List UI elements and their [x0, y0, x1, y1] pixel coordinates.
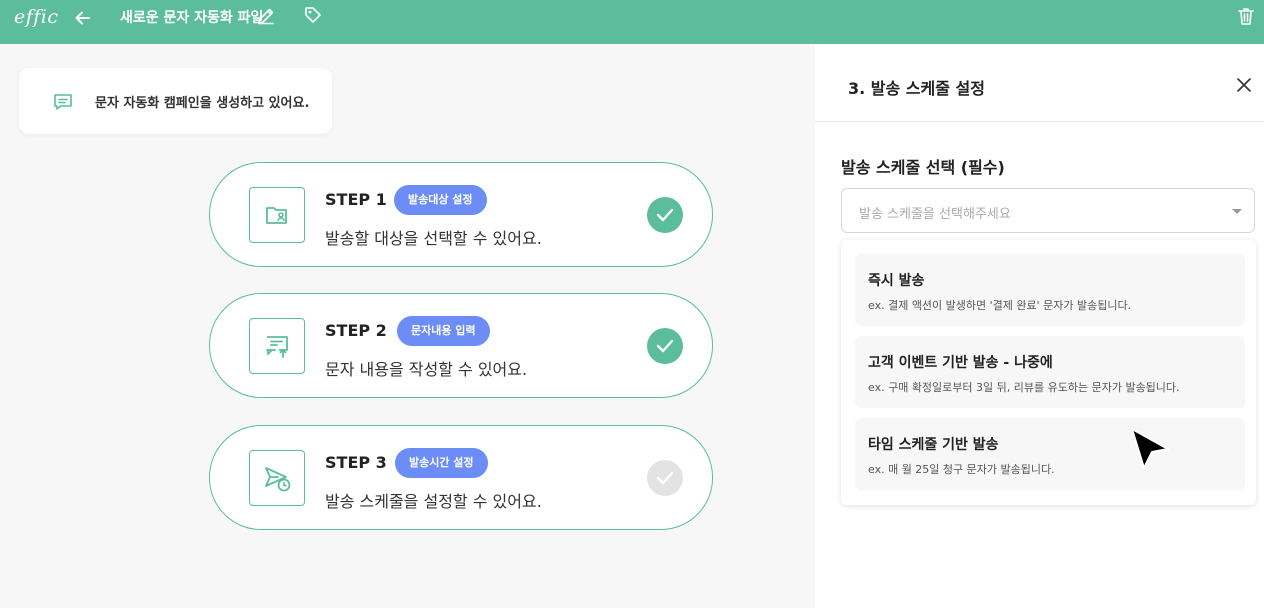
option-title: 타임 스케줄 기반 발송 — [868, 437, 999, 453]
step-2-description: 문자 내용을 작성할 수 있어요. — [325, 360, 528, 379]
send-clock-icon — [265, 467, 291, 492]
step-1-pill: 발송대상 설정 — [394, 185, 487, 215]
logo: effic — [14, 6, 59, 28]
check-icon — [656, 471, 674, 485]
check-icon — [656, 339, 674, 353]
schedule-option-immediate[interactable]: 즉시 발송 ex. 결제 액션이 발생하면 '결제 완료' 문자가 발송됩니다. — [855, 254, 1245, 326]
step-2-complete-badge — [647, 328, 683, 364]
tag-icon — [305, 7, 321, 23]
step-1-description: 발송할 대상을 선택할 수 있어요. — [325, 229, 542, 248]
step-3-pending-badge — [647, 460, 683, 496]
step-3-description: 발송 스케줄을 설정할 수 있어요. — [325, 492, 542, 511]
folder-user-icon — [266, 207, 287, 224]
schedule-side-panel: 3. 발송 스케줄 설정 발송 스케줄 선택 (필수) 발송 스케줄을 선택해주… — [815, 44, 1264, 608]
notice-text: 문자 자동화 캠페인을 생성하고 있어요. — [95, 96, 310, 111]
close-icon — [1237, 78, 1251, 92]
schedule-option-event[interactable]: 고객 이벤트 기반 발송 - 나중에 ex. 구매 확정일로부터 3일 뒤, 리… — [855, 336, 1245, 408]
step-3-icon-box — [249, 450, 305, 506]
edit-title-button[interactable] — [256, 6, 276, 26]
caret-down-icon — [1232, 209, 1242, 214]
message-icon — [54, 94, 72, 110]
option-description: ex. 결제 액션이 발생하면 '결제 완료' 문자가 발송됩니다. — [868, 299, 1132, 312]
step-2-icon-box — [249, 318, 305, 374]
top-bar: effic 새로운 문자 자동화 파일 — [0, 0, 1264, 44]
message-upload-icon — [266, 336, 288, 358]
step-1-title: STEP 1 — [325, 190, 387, 209]
tag-button[interactable] — [304, 6, 322, 24]
trash-icon — [1238, 8, 1254, 25]
mouse-cursor-icon — [1131, 428, 1169, 469]
schedule-select[interactable]: 발송 스케줄을 선택해주세요 — [841, 188, 1255, 233]
step-1-card[interactable]: STEP 1 발송대상 설정 발송할 대상을 선택할 수 있어요. — [209, 162, 713, 267]
notice-card: 문자 자동화 캠페인을 생성하고 있어요. — [19, 68, 332, 134]
document-title[interactable]: 새로운 문자 자동화 파일 — [120, 7, 263, 27]
step-3-title: STEP 3 — [325, 453, 387, 472]
option-title: 즉시 발송 — [868, 273, 925, 289]
step-1-complete-badge — [647, 197, 683, 233]
step-2-title: STEP 2 — [325, 321, 387, 340]
check-icon — [656, 208, 674, 222]
schedule-option-time[interactable]: 타임 스케줄 기반 발송 ex. 매 월 25일 청구 문자가 발송됩니다. — [855, 418, 1245, 490]
step-2-card[interactable]: STEP 2 문자내용 입력 문자 내용을 작성할 수 있어요. — [209, 293, 713, 398]
arrow-left-icon — [75, 11, 90, 25]
option-description: ex. 매 월 25일 청구 문자가 발송됩니다. — [868, 463, 1055, 476]
schedule-dropdown-menu: 즉시 발송 ex. 결제 액션이 발생하면 '결제 완료' 문자가 발송됩니다.… — [841, 240, 1256, 505]
back-button[interactable] — [72, 7, 94, 29]
schedule-select-placeholder: 발송 스케줄을 선택해주세요 — [859, 207, 1011, 222]
panel-title: 3. 발송 스케줄 설정 — [848, 79, 985, 98]
close-panel-button[interactable] — [1237, 77, 1251, 92]
step-3-card[interactable]: STEP 3 발송시간 설정 발송 스케줄을 설정할 수 있어요. — [209, 425, 713, 530]
step-1-icon-box — [249, 187, 305, 243]
option-description: ex. 구매 확정일로부터 3일 뒤, 리뷰를 유도하는 문자가 발송됩니다. — [868, 381, 1180, 394]
delete-button[interactable] — [1237, 7, 1255, 26]
schedule-section-label: 발송 스케줄 선택 (필수) — [841, 158, 1005, 177]
step-3-pill: 발송시간 설정 — [395, 448, 488, 478]
option-title: 고객 이벤트 기반 발송 - 나중에 — [868, 355, 1053, 371]
panel-header: 3. 발송 스케줄 설정 — [815, 44, 1264, 122]
step-2-pill: 문자내용 입력 — [397, 316, 490, 346]
pencil-icon — [258, 8, 274, 25]
